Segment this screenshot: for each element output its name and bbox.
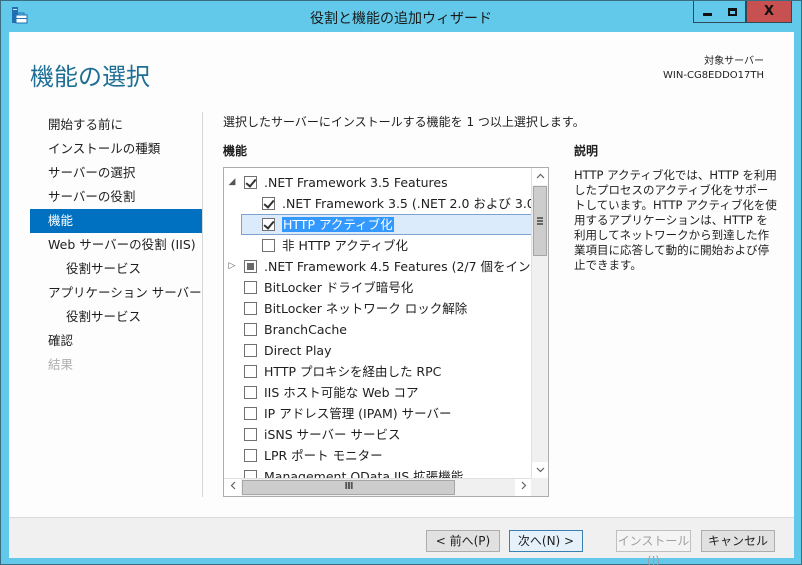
sidebar-item-1[interactable]: インストールの種類	[30, 137, 202, 161]
feature-checkbox[interactable]	[244, 386, 257, 399]
feature-checkbox[interactable]	[244, 176, 257, 189]
sidebar-item-7[interactable]: アプリケーション サーバー	[30, 281, 202, 305]
feature-row[interactable]: BitLocker ネットワーク ロック解除	[224, 298, 532, 319]
wizard-steps-nav: 開始する前に インストールの種類 サーバーの選択 サーバーの役割 機能 Web サーバーの…	[30, 113, 202, 377]
previous-button[interactable]: < 前へ(P)	[426, 530, 500, 552]
install-button: インストール(I)	[616, 530, 691, 565]
features-header: 機能	[223, 144, 248, 158]
feature-checkbox[interactable]	[244, 344, 257, 357]
feature-checkbox[interactable]	[262, 197, 275, 210]
description-text: HTTP アクティブ化では、HTTP を利用したプロセスのアクティブ化をサポート…	[574, 168, 777, 272]
feature-checkbox[interactable]	[244, 449, 257, 462]
scroll-down-button[interactable]	[532, 462, 548, 479]
feature-label: HTTP プロキシを経由した RPC	[264, 364, 442, 379]
sidebar-item-8[interactable]: 役割サービス	[30, 305, 202, 329]
feature-checkbox[interactable]	[244, 428, 257, 441]
feature-checkbox[interactable]	[244, 365, 257, 378]
feature-label: IIS ホスト可能な Web コア	[264, 385, 419, 400]
feature-row[interactable]: Management OData IIS 拡張機能	[224, 466, 532, 478]
feature-checkbox[interactable]	[244, 260, 257, 273]
features-list: ◢ .NET Framework 3.5 Features .NET Framewo…	[224, 172, 532, 478]
feature-row[interactable]: HTTP アクティブ化	[224, 214, 532, 235]
window-title: 役割と機能の追加ウィザード	[310, 11, 492, 27]
page-title: 機能の選択	[30, 63, 150, 91]
next-button[interactable]: 次へ(N) >	[509, 530, 583, 552]
sidebar-item-10: 結果	[48, 357, 74, 372]
wizard-window: 役割と機能の追加ウィザード X 機能の選択 対象サーバー WIN-CG8EDDO…	[0, 0, 802, 565]
feature-label: BranchCache	[264, 322, 347, 337]
feature-label: Management OData IIS 拡張機能	[264, 469, 464, 478]
instructions-text: 選択したサーバーにインストールする機能を 1 つ以上選択します。	[223, 115, 585, 129]
expanded-triangle-icon[interactable]: ◢	[227, 172, 237, 193]
chevron-left-icon	[230, 481, 235, 490]
feature-checkbox[interactable]	[262, 239, 275, 252]
target-server-name: WIN-CG8EDDO17TH	[663, 70, 764, 81]
feature-row[interactable]: ▷ .NET Framework 4.5 Features (2/7 個をインスト…	[224, 256, 532, 277]
description-header: 説明	[574, 144, 599, 158]
feature-checkbox[interactable]	[244, 407, 257, 420]
feature-label: LPR ポート モニター	[264, 448, 383, 463]
collapsed-triangle-icon[interactable]: ▷	[227, 256, 237, 277]
sidebar-item-3[interactable]: サーバーの役割	[30, 185, 202, 209]
sidebar-divider	[202, 112, 203, 497]
feature-label: .NET Framework 3.5 (.NET 2.0 および 3.0 を含む…	[282, 196, 532, 211]
wizard-client-area: 機能の選択 対象サーバー WIN-CG8EDDO17TH 開始する前に インストー…	[9, 32, 794, 565]
chevron-down-icon	[536, 467, 544, 473]
feature-label: .NET Framework 4.5 Features (2/7 個をインストー…	[264, 259, 532, 274]
minimize-icon	[702, 13, 712, 16]
sidebar-item-5[interactable]: Web サーバーの役割 (IIS)	[30, 233, 202, 257]
vertical-scrollbar[interactable]	[531, 168, 548, 479]
scroll-left-button[interactable]	[224, 479, 241, 496]
maximize-button[interactable]	[720, 1, 746, 23]
feature-row[interactable]: IIS ホスト可能な Web コア	[224, 382, 532, 403]
feature-label: BitLocker ネットワーク ロック解除	[264, 301, 468, 316]
feature-row[interactable]: LPR ポート モニター	[224, 445, 532, 466]
feature-row[interactable]: BitLocker ドライブ暗号化	[224, 277, 532, 298]
cancel-button[interactable]: キャンセル	[701, 530, 775, 552]
feature-row[interactable]: IP アドレス管理 (IPAM) サーバー	[224, 403, 532, 424]
feature-row[interactable]: BranchCache	[224, 319, 532, 340]
sidebar-item-9[interactable]: 確認	[30, 329, 202, 353]
maximize-icon	[728, 7, 737, 16]
minimize-button[interactable]	[693, 1, 721, 23]
target-server-info: 対象サーバー WIN-CG8EDDO17TH	[663, 55, 764, 83]
grip-icon	[537, 217, 543, 225]
scroll-up-button[interactable]	[532, 168, 548, 185]
feature-checkbox[interactable]	[244, 323, 257, 336]
feature-checkbox[interactable]	[262, 218, 275, 231]
close-icon: X	[763, 4, 775, 19]
feature-row[interactable]: ◢ .NET Framework 3.5 Features	[224, 172, 532, 193]
chevron-up-icon	[536, 173, 544, 179]
feature-label: iSNS サーバー サービス	[264, 427, 401, 442]
feature-label: HTTP アクティブ化	[282, 217, 394, 232]
feature-label: BitLocker ドライブ暗号化	[264, 280, 414, 295]
scroll-right-button[interactable]	[515, 479, 532, 496]
feature-row[interactable]: iSNS サーバー サービス	[224, 424, 532, 445]
sidebar-item-6[interactable]: 役割サービス	[30, 257, 202, 281]
feature-checkbox[interactable]	[244, 470, 257, 478]
scrollbar-corner	[531, 478, 548, 496]
feature-label: IP アドレス管理 (IPAM) サーバー	[264, 406, 452, 421]
close-button[interactable]: X	[746, 1, 792, 23]
feature-row[interactable]: Direct Play	[224, 340, 532, 361]
features-tree[interactable]: ◢ .NET Framework 3.5 Features .NET Framewo…	[223, 167, 549, 497]
target-server-label: 対象サーバー	[704, 56, 764, 67]
feature-checkbox[interactable]	[244, 281, 257, 294]
horizontal-scroll-thumb[interactable]: III	[242, 480, 455, 495]
vertical-scroll-thumb[interactable]	[533, 186, 547, 256]
feature-row[interactable]: .NET Framework 3.5 (.NET 2.0 および 3.0 を含む…	[224, 193, 532, 214]
feature-label: .NET Framework 3.5 Features	[264, 175, 448, 190]
feature-label: Direct Play	[264, 343, 332, 358]
sidebar-item-4[interactable]: 機能	[30, 209, 202, 233]
sidebar-item-0[interactable]: 開始する前に	[30, 113, 202, 137]
feature-row[interactable]: 非 HTTP アクティブ化	[224, 235, 532, 256]
wizard-footer: < 前へ(P) 次へ(N) > インストール(I) キャンセル	[9, 517, 794, 565]
sidebar-item-2[interactable]: サーバーの選択	[30, 161, 202, 185]
chevron-right-icon	[521, 481, 526, 490]
feature-label: 非 HTTP アクティブ化	[282, 238, 409, 253]
title-bar[interactable]: 役割と機能の追加ウィザード X	[1, 1, 801, 32]
feature-checkbox[interactable]	[244, 302, 257, 315]
horizontal-scrollbar[interactable]: III	[224, 478, 532, 496]
feature-row[interactable]: HTTP プロキシを経由した RPC	[224, 361, 532, 382]
